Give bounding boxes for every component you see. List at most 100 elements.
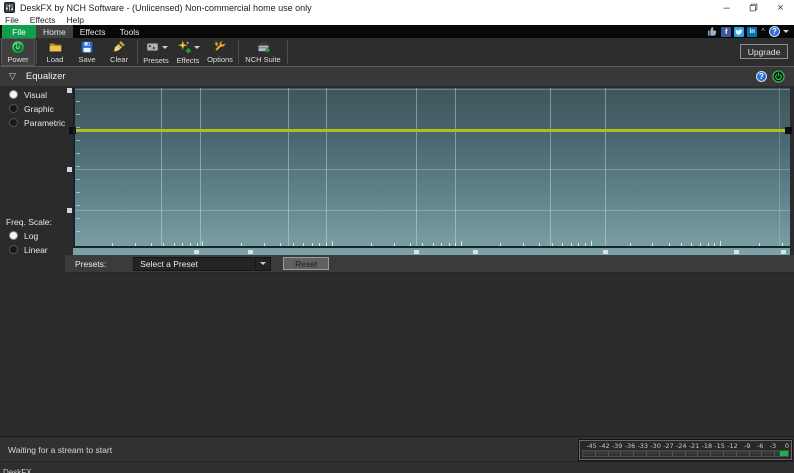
menu-file[interactable]: File bbox=[5, 15, 19, 25]
help-icon[interactable]: ? bbox=[769, 26, 780, 37]
y-axis bbox=[73, 88, 75, 248]
equalizer-graph-area bbox=[65, 86, 794, 255]
maximize-button[interactable] bbox=[740, 0, 767, 15]
mode-option-parametric[interactable]: Parametric bbox=[9, 117, 65, 128]
presets-label: Presets: bbox=[75, 259, 106, 269]
gridline-vertical bbox=[200, 88, 201, 246]
freq-option-linear[interactable]: Linear bbox=[9, 244, 65, 255]
gridline-vertical bbox=[288, 88, 289, 246]
close-button[interactable]: × bbox=[767, 0, 794, 15]
tab-file[interactable]: File bbox=[2, 25, 36, 38]
eq-plot[interactable] bbox=[73, 88, 790, 255]
facebook-icon[interactable]: f bbox=[721, 27, 731, 37]
tab-tools[interactable]: Tools bbox=[113, 25, 147, 38]
presets-dropdown-icon bbox=[162, 46, 168, 49]
meter-db-label: -42 bbox=[597, 442, 610, 450]
menu-effects[interactable]: Effects bbox=[30, 15, 56, 25]
y-axis-tick bbox=[76, 166, 80, 167]
status-bar: Waiting for a stream to start -45-42-39-… bbox=[0, 436, 794, 461]
tab-effects[interactable]: Effects bbox=[73, 25, 113, 38]
meter-db-label: -33 bbox=[635, 442, 648, 450]
mode-option-graphic[interactable]: Graphic bbox=[9, 103, 65, 114]
power-button[interactable]: Power bbox=[2, 39, 34, 65]
radio-parametric bbox=[9, 118, 18, 127]
twitter-bird bbox=[735, 28, 743, 36]
like-icon[interactable] bbox=[707, 26, 718, 37]
meter-db-label: -27 bbox=[661, 442, 674, 450]
presets-button[interactable]: Presets bbox=[140, 39, 172, 65]
y-axis-marker bbox=[67, 167, 72, 172]
meter-segment bbox=[583, 451, 596, 456]
effects-button[interactable]: Effects bbox=[172, 39, 204, 65]
clear-button[interactable]: Clear bbox=[103, 39, 135, 65]
meter-segment bbox=[724, 451, 737, 456]
y-axis-tick bbox=[76, 153, 80, 154]
preset-select[interactable]: Select a Preset bbox=[133, 257, 271, 271]
x-axis-marker bbox=[414, 250, 419, 254]
brush-icon bbox=[112, 40, 126, 54]
panel-help-icon[interactable]: ? bbox=[756, 71, 767, 82]
load-button[interactable]: Load bbox=[39, 39, 71, 65]
panel-power-icon[interactable] bbox=[772, 70, 785, 83]
x-axis bbox=[73, 246, 790, 248]
nch-suite-button[interactable]: NCH Suite bbox=[241, 39, 285, 65]
freq-option-log[interactable]: Log bbox=[9, 230, 65, 241]
menu-bar: File Effects Help bbox=[0, 15, 794, 25]
y-axis-tick bbox=[76, 231, 80, 232]
gridline-horizontal bbox=[73, 210, 790, 211]
equalizer-panel-header: ▽ Equalizer ? bbox=[0, 67, 794, 86]
meter-db-label: -36 bbox=[622, 442, 635, 450]
folder-icon bbox=[48, 40, 63, 54]
meter-segment bbox=[621, 451, 634, 456]
meter-db-label: -6 bbox=[751, 442, 764, 450]
twitter-icon[interactable] bbox=[734, 27, 744, 37]
meter-db-label: -9 bbox=[738, 442, 751, 450]
help-dropdown-icon[interactable] bbox=[783, 30, 789, 33]
save-button[interactable]: Save bbox=[71, 39, 103, 65]
menu-help[interactable]: Help bbox=[67, 15, 84, 25]
preset-select-arrow bbox=[255, 258, 270, 270]
nch-suite-icon bbox=[256, 40, 271, 54]
reset-button[interactable]: Reset bbox=[283, 257, 329, 270]
collapse-ribbon-icon[interactable]: ^ bbox=[761, 28, 765, 36]
gridline-vertical bbox=[779, 88, 780, 246]
window-title: DeskFX by NCH Software - (Unlicensed) No… bbox=[20, 3, 312, 13]
app-window: DeskFX by NCH Software - (Unlicensed) No… bbox=[0, 0, 794, 473]
radio-visual bbox=[9, 90, 18, 99]
tab-home[interactable]: Home bbox=[36, 25, 73, 38]
y-axis-tick bbox=[76, 114, 80, 115]
y-axis-marker bbox=[67, 88, 72, 93]
meter-segment bbox=[609, 451, 622, 456]
upgrade-button[interactable]: Upgrade bbox=[740, 44, 788, 59]
panel-collapse-icon[interactable]: ▽ bbox=[9, 71, 16, 82]
radio-log bbox=[9, 231, 18, 240]
curve-handle-right[interactable] bbox=[785, 127, 792, 134]
gridline-horizontal bbox=[73, 169, 790, 170]
taskbar: DeskFX bbox=[0, 461, 794, 473]
y-axis-tick bbox=[76, 179, 80, 180]
panel-title: Equalizer bbox=[26, 71, 66, 82]
meter-db-label: -39 bbox=[610, 442, 623, 450]
gridline-vertical bbox=[416, 88, 417, 246]
y-axis-tick bbox=[76, 101, 80, 102]
options-button[interactable]: Options bbox=[204, 39, 236, 65]
y-axis-tick bbox=[76, 140, 80, 141]
meter-segment bbox=[737, 451, 750, 456]
eq-curve[interactable] bbox=[73, 129, 790, 132]
toolbar-separator bbox=[137, 40, 138, 64]
meter-segment bbox=[647, 451, 660, 456]
gridline-vertical bbox=[326, 88, 327, 246]
meter-peak-indicator bbox=[779, 451, 788, 456]
taskbar-app-label[interactable]: DeskFX bbox=[3, 468, 31, 473]
presets-icon bbox=[145, 40, 160, 54]
mode-option-visual[interactable]: Visual bbox=[9, 89, 65, 100]
minimize-button[interactable]: – bbox=[713, 0, 740, 15]
ribbon-right-icons: f in ^ ? bbox=[707, 25, 794, 38]
y-axis-tick bbox=[76, 192, 80, 193]
toolbar-separator bbox=[287, 40, 288, 64]
effects-icon bbox=[177, 40, 192, 54]
linkedin-icon[interactable]: in bbox=[747, 27, 757, 37]
meter-db-label: -18 bbox=[699, 442, 712, 450]
meter-db-label: -15 bbox=[712, 442, 725, 450]
meter-bar bbox=[582, 450, 789, 457]
